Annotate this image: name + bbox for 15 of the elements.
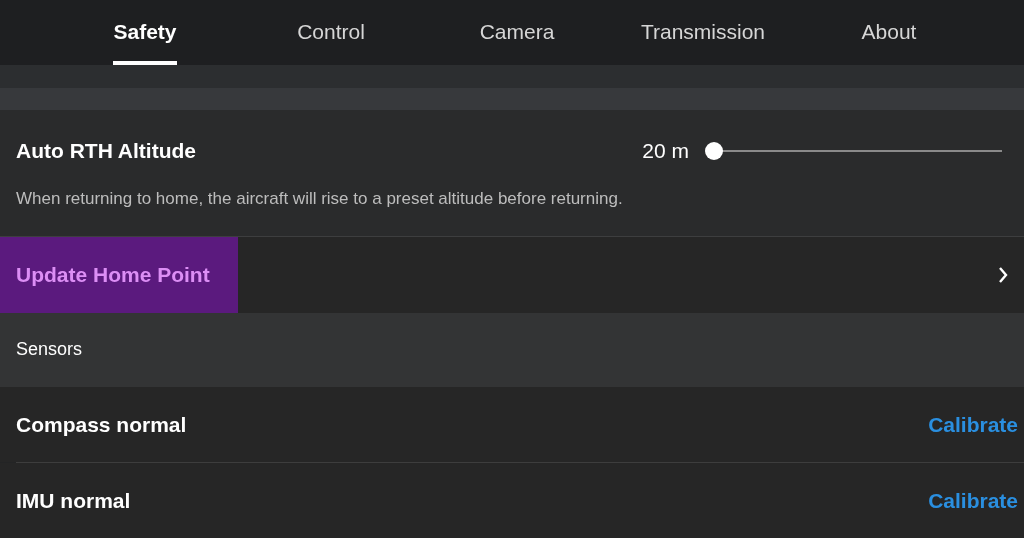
setting-title: Auto RTH Altitude <box>16 138 197 163</box>
chevron-right-icon[interactable] <box>998 265 1008 284</box>
slider-thumb[interactable] <box>705 141 723 160</box>
altitude-reading: 20 m <box>642 138 689 163</box>
update-home-point-button[interactable]: Update Home Point <box>0 236 238 313</box>
tab[interactable]: Control <box>297 0 365 65</box>
sensor-status: Compass normal <box>16 412 187 437</box>
calibrate-link[interactable]: Calibrate <box>928 412 1018 437</box>
tab[interactable]: Transmission <box>640 0 766 65</box>
tab[interactable]: Camera <box>479 0 555 65</box>
setting-description: When returning to home, the aircraft will rise to a preset altitude before returning. <box>16 188 624 209</box>
tab[interactable]: About <box>861 0 917 65</box>
section-title: Sensors <box>16 339 83 361</box>
sensor-status: IMU normal <box>16 488 131 513</box>
calibrate-link[interactable]: Calibrate <box>928 488 1018 513</box>
